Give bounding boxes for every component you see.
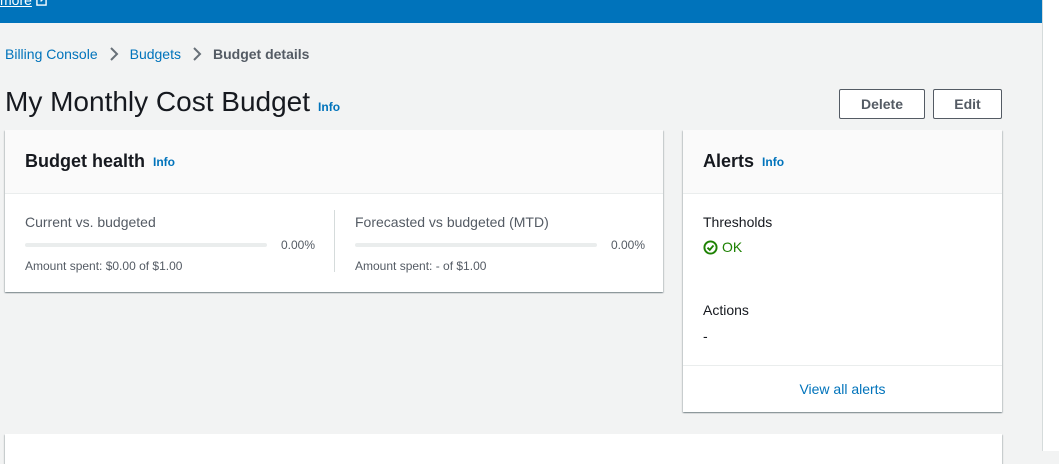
metric-label: Current vs. budgeted [25,214,156,230]
progress-percent: 0.00% [610,238,645,252]
alerts-header: Alerts Info [683,130,1002,194]
amount-spent: Amount spent: - of $1.00 [355,259,487,273]
progress-percent: 0.00% [280,238,315,252]
budget-health-title: Budget health [25,151,145,171]
thresholds-label: Thresholds [703,214,773,230]
top-banner: more [0,0,1042,23]
metric-divider [334,210,335,272]
thresholds-status: OK [703,239,742,255]
thresholds-status-text: OK [722,239,743,255]
learn-more-link[interactable]: more [0,0,47,8]
learn-more-label: more [0,0,32,8]
progress-bar [355,243,597,247]
right-panel-edge [1042,0,1059,451]
alerts-card: Alerts Info Thresholds OK Actions - View… [683,130,1002,412]
actions-value: - [703,328,708,344]
current-vs-budgeted-metric: Current vs. budgeted 0.00% Amount spent:… [25,210,315,274]
amount-spent: Amount spent: $0.00 of $1.00 [25,259,183,273]
external-link-icon [36,0,47,6]
alerts-footer: View all alerts [683,365,1002,412]
check-circle-icon [703,239,718,255]
forecasted-vs-budgeted-metric: Forecasted vs budgeted (MTD) 0.00% Amoun… [355,210,645,274]
progress-bar [25,243,267,247]
breadcrumb-budgets[interactable]: Budgets [130,46,181,62]
view-all-alerts-link[interactable]: View all alerts [799,381,885,397]
next-section-card [5,434,1002,464]
breadcrumb-billing-console[interactable]: Billing Console [5,46,98,62]
alerts-info-link[interactable]: Info [762,155,784,169]
metric-label: Forecasted vs budgeted (MTD) [355,214,549,230]
budget-health-info-link[interactable]: Info [153,155,175,169]
budget-health-header: Budget health Info [5,130,663,194]
chevron-right-icon [98,47,130,61]
delete-button[interactable]: Delete [839,89,925,119]
actions-label: Actions [703,302,749,318]
page-header: My Monthly Cost Budget Info [5,86,340,118]
breadcrumb-current: Budget details [212,46,310,62]
edit-button[interactable]: Edit [933,89,1002,119]
breadcrumb: Billing Console Budgets Budget details [5,46,309,62]
chevron-right-icon [181,47,213,61]
budget-health-card: Budget health Info Current vs. budgeted … [5,130,663,292]
page-info-link[interactable]: Info [318,100,340,114]
page-title: My Monthly Cost Budget [5,86,311,117]
alerts-title: Alerts [703,151,755,171]
